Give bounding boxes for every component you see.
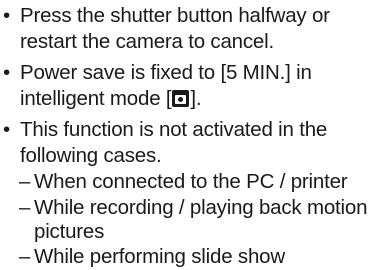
bullet-item-2-line-2: intelligent mode []. — [20, 86, 202, 112]
manual-page: • Press the shutter button halfway or re… — [0, 0, 392, 268]
bullet-marker: • — [3, 4, 10, 27]
sub-item-3-line-1: While performing slide show — [34, 245, 285, 268]
bullet-item-2-line-2-after: ]. — [190, 87, 202, 110]
sub-item-2-line-2: pictures — [34, 220, 105, 243]
dash-marker: – — [19, 245, 31, 268]
intelligent-auto-mode-icon — [172, 90, 190, 107]
bullet-marker: • — [3, 118, 10, 141]
bullet-marker: • — [3, 61, 10, 84]
bullet-item-2-line-1: Power save is fixed to [5 MIN.] in — [20, 61, 312, 84]
bullet-item-1-line-1: Press the shutter button halfway or — [20, 4, 330, 27]
sub-item-1-line-1: When connected to the PC / printer — [34, 170, 348, 193]
bullet-item-3-line-1: This function is not activated in the — [20, 118, 328, 141]
dash-marker: – — [19, 196, 31, 219]
bullet-item-1-line-2: restart the camera to cancel. — [20, 30, 274, 53]
sub-item-2-line-1: While recording / playing back motion — [34, 196, 368, 219]
bullet-item-3-line-2: following cases. — [20, 144, 162, 167]
bullet-item-2-line-2-before: intelligent mode [ — [20, 87, 172, 110]
dash-marker: – — [19, 170, 31, 193]
